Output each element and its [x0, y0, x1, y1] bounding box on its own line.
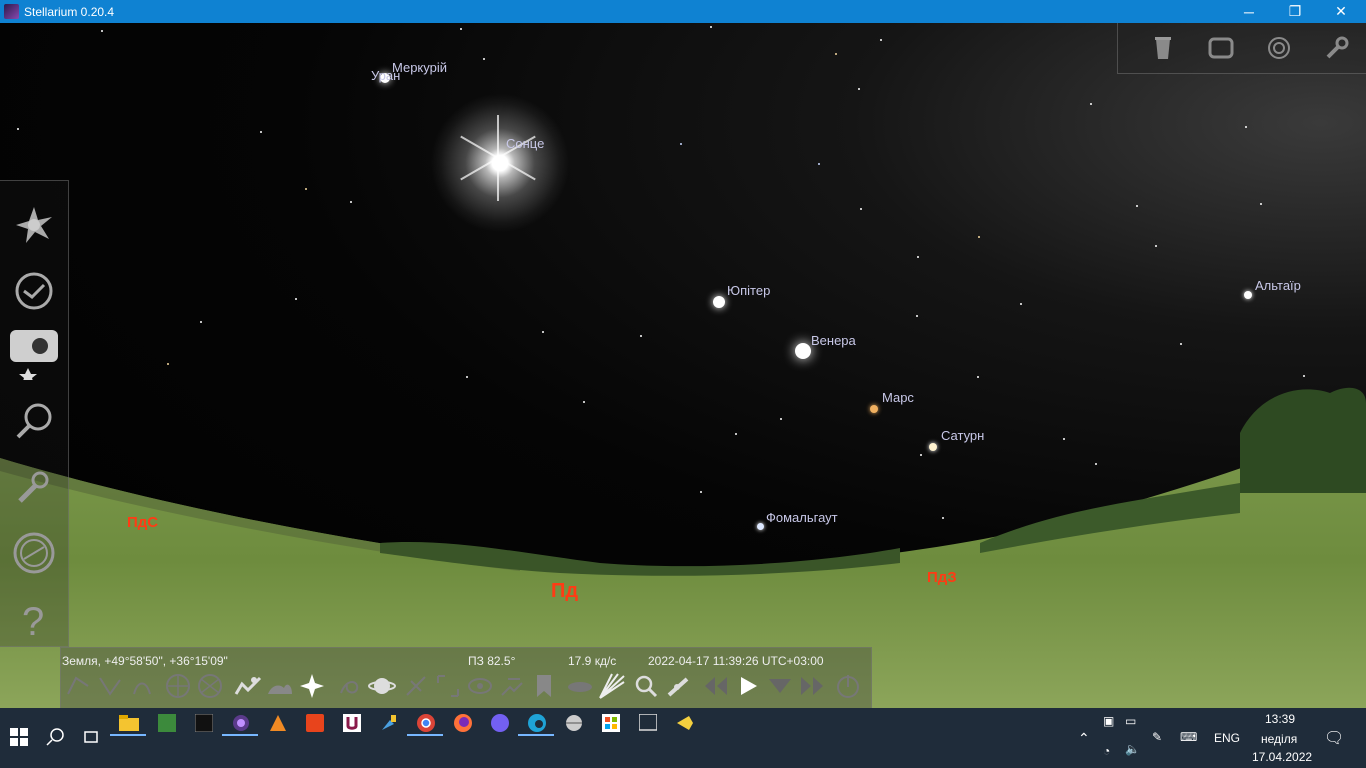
svg-text:?: ?: [22, 600, 44, 641]
search-icon[interactable]: [10, 397, 58, 445]
window-title: Stellarium 0.20.4: [24, 5, 115, 19]
status-line: Земля, +49°58'50", +36°15'09" ПЗ 82.5° 1…: [62, 654, 867, 668]
satellites-icon[interactable]: [498, 670, 526, 702]
zoom-search-icon[interactable]: [632, 670, 660, 702]
left-panel: ?: [0, 180, 69, 647]
fps-readout: 17.9 кд/с: [568, 654, 617, 668]
firefox-icon[interactable]: [444, 708, 481, 738]
astro-calc-icon[interactable]: [10, 529, 58, 577]
volume-tray-icon[interactable]: 🔈: [1125, 742, 1140, 756]
sky-view-icon[interactable]: [10, 330, 58, 380]
cardinal-south-west: ПдЗ: [927, 569, 957, 586]
active-indicator: [110, 734, 146, 736]
date-time-icon[interactable]: [10, 267, 58, 315]
wrench-icon[interactable]: [1319, 31, 1355, 65]
notifications-icon[interactable]: 🗨: [1324, 728, 1344, 748]
configuration-icon[interactable]: [10, 463, 58, 511]
language-indicator[interactable]: ENG: [1214, 731, 1240, 745]
rewind-icon[interactable]: [702, 670, 730, 702]
network-tray-icon[interactable]: ◔: [1103, 744, 1110, 758]
atmosphere-icon[interactable]: [266, 670, 294, 702]
minimize-button[interactable]: ─: [1226, 0, 1272, 23]
title-bar: Stellarium 0.20.4 ─ ❐ ✕: [0, 0, 1366, 23]
clock-date[interactable]: 17.04.2022: [1252, 750, 1312, 764]
equatorial-mount-icon[interactable]: [402, 670, 430, 702]
camera-tray-icon[interactable]: ▣: [1103, 714, 1114, 728]
deep-sky-icon[interactable]: [336, 670, 364, 702]
pin-app-icon[interactable]: [666, 708, 703, 738]
target-icon[interactable]: [1261, 31, 1297, 65]
show-hidden-icons-icon[interactable]: ⌃: [1078, 730, 1090, 747]
windows-taskbar: ⌃ ▣ ▭ ◔ 🔈 ✎ ⌨ ENG 13:39 неділя 17.04.202…: [0, 708, 1366, 768]
store-icon[interactable]: [592, 708, 629, 738]
stellarium-app-icon: [4, 4, 19, 19]
windows-start-icon[interactable]: [0, 722, 37, 752]
active-indicator: [518, 734, 554, 736]
task-view-icon[interactable]: [72, 722, 109, 752]
active-indicator: [222, 734, 258, 736]
battery-tray-icon[interactable]: ▭: [1125, 714, 1136, 728]
sky-view[interactable]: Уран Меркурій Сонце Юпітер Венера Марс С…: [0, 23, 1366, 708]
azimuthal-grid-icon[interactable]: [196, 670, 224, 702]
terminal-icon[interactable]: [185, 708, 222, 738]
restore-button[interactable]: ❐: [1272, 0, 1318, 23]
bin-icon[interactable]: [1145, 31, 1181, 65]
fast-forward-icon[interactable]: [798, 670, 826, 702]
exoplanets-icon[interactable]: [566, 670, 594, 702]
u-app-icon[interactable]: [333, 708, 370, 738]
meteor-showers-icon[interactable]: [598, 670, 626, 702]
top-right-panel: [1117, 23, 1366, 74]
cardinal-points-icon[interactable]: [298, 670, 326, 702]
landscape: [0, 387, 1366, 708]
night-mode-icon[interactable]: [466, 670, 494, 702]
planet-labels-icon[interactable]: [368, 670, 396, 702]
quit-icon[interactable]: [834, 670, 862, 702]
sky-and-viewing-icon[interactable]: [10, 201, 58, 249]
spreadsheet-app-icon[interactable]: [148, 708, 185, 738]
telescope-icon[interactable]: [664, 670, 692, 702]
full-screen-icon[interactable]: [434, 670, 462, 702]
play-icon[interactable]: [734, 670, 762, 702]
bookmark-icon[interactable]: [530, 670, 558, 702]
constellation-lines-icon[interactable]: [64, 670, 92, 702]
globe-app-icon[interactable]: [555, 708, 592, 738]
close-button[interactable]: ✕: [1318, 0, 1364, 23]
ground-icon[interactable]: [234, 670, 262, 702]
equatorial-grid-icon[interactable]: [164, 670, 192, 702]
datetime-readout: 2022-04-17 11:39:26 UTC+03:00: [648, 654, 824, 668]
paint-app-icon[interactable]: [370, 708, 407, 738]
cardinal-south-east: ПдС: [127, 514, 159, 531]
search-taskbar-icon[interactable]: [36, 722, 73, 752]
location-readout: Земля, +49°58'50", +36°15'09": [62, 654, 228, 668]
constellation-art-icon[interactable]: [128, 670, 156, 702]
real-time-icon[interactable]: [766, 670, 794, 702]
help-icon[interactable]: ?: [10, 595, 58, 643]
clock-day[interactable]: неділя: [1261, 732, 1297, 746]
viber-icon[interactable]: [481, 708, 518, 738]
clock-time[interactable]: 13:39: [1265, 712, 1295, 726]
office-icon[interactable]: [296, 708, 333, 738]
cardinal-south: Пд: [551, 580, 579, 602]
keyboard-tray-icon[interactable]: ⌨: [1180, 730, 1197, 744]
triangle-app-icon[interactable]: [259, 708, 296, 738]
fov-readout: ПЗ 82.5°: [468, 654, 516, 668]
pen-tray-icon[interactable]: ✎: [1152, 730, 1162, 744]
constellation-labels-icon[interactable]: [96, 670, 124, 702]
window-icon[interactable]: [1203, 31, 1239, 65]
snipping-tool-icon[interactable]: [629, 708, 666, 738]
active-indicator: [407, 734, 443, 736]
